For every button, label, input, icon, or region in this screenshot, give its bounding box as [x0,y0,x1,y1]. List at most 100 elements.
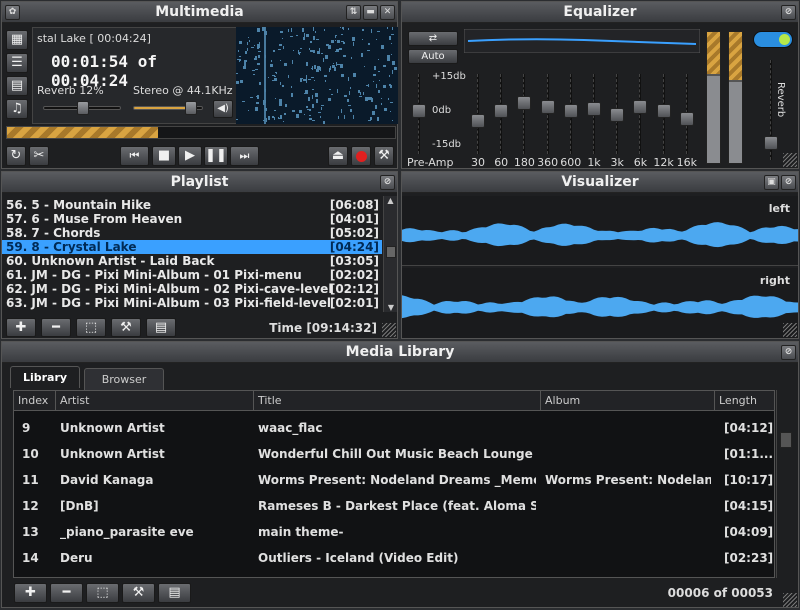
next-button[interactable]: ⏭ [230,146,259,166]
film-icon[interactable]: ▤ [6,76,28,96]
playlist-item[interactable]: 58. 7 - Chords [05:02] [2,226,382,240]
level-meter-left [706,31,721,164]
eq-band-slider[interactable] [679,74,694,154]
cell-title: main theme- [258,525,344,539]
minimize-button[interactable]: ▬ [363,5,378,20]
tools-button[interactable]: ⚒ [111,318,141,337]
reverb-slider-knob[interactable] [77,101,89,115]
db-bot-label: -15db [432,139,462,150]
eq-band-label: 60 [494,156,509,169]
library-select-button[interactable]: ⬚ [86,583,119,603]
add-button[interactable]: ✚ [6,318,36,337]
level-meter-right [728,31,743,164]
close-button[interactable]: ✕ [380,5,395,20]
eq-swap-button[interactable]: ⇄ [408,31,458,46]
playlist-item[interactable]: 59. 8 - Crystal Lake [04:24] [2,240,382,254]
playlist-item[interactable]: 63. JM - DG - Pixi Mini-Album - 03 Pixi-… [2,296,382,310]
library-remove-button[interactable]: ━ [50,583,83,603]
select-button[interactable]: ⬚ [76,318,106,337]
table-row[interactable]: 11 David Kanaga Worms Present: Nodeland Dr… [14,467,774,493]
cell-title: Rameses B - Darkest Place (feat. Aloma S… [258,499,536,513]
table-row[interactable]: 12 [DnB] Rameses B - Darkest Place (feat. … [14,493,774,519]
library-document-button[interactable]: ▤ [158,583,191,603]
cell-title: Wonderful Chill Out Music Beach Lounge M… [258,447,536,461]
eq-auto-button[interactable]: Auto [408,49,458,64]
playlist-item-duration: [04:24] [329,240,379,254]
collapse-button[interactable]: ⊘ [781,5,796,20]
previous-button[interactable]: ⏮ [120,146,149,166]
eq-band-slider[interactable] [610,74,625,154]
eq-band-slider[interactable] [517,74,532,154]
column-album[interactable]: Album [541,391,715,411]
visualizer-left-channel: left [402,196,798,266]
resize-grip[interactable] [783,153,797,167]
playlist-item[interactable]: 57. 6 - Muse From Heaven [04:01] [2,212,382,226]
resize-grip[interactable] [382,323,396,337]
playlist-item[interactable]: 62. JM - DG - Pixi Mini-Album - 02 Pixi-… [2,282,382,296]
visualizer-mode-button[interactable]: ▣ [764,175,779,190]
playlist-scrollbar[interactable]: ▲ ▼ [383,196,397,312]
collapse-button[interactable]: ⊘ [781,175,796,190]
eq-band-slider[interactable] [540,74,555,154]
eq-band-label: 12k [653,156,674,169]
preamp-slider[interactable] [412,74,426,154]
music-note-icon[interactable]: ♫ [6,99,28,119]
tab-browser[interactable]: Browser [84,368,164,390]
column-title[interactable]: Title [254,391,541,411]
column-artist[interactable]: Artist [56,391,254,411]
play-button[interactable]: ▶ [178,146,202,166]
eq-enable-toggle[interactable] [753,31,793,48]
list-view-icon[interactable]: ☰ [6,53,28,73]
seek-bar[interactable] [6,126,396,139]
playlist-item[interactable]: 61. JM - DG - Pixi Mini-Album - 01 Pixi-… [2,268,382,282]
library-tools-button[interactable]: ⚒ [122,583,155,603]
resize-grip[interactable] [783,323,797,337]
eject-button[interactable]: ⏏ [328,146,348,166]
eq-band-slider[interactable] [633,74,648,154]
eq-band-label: 3k [610,156,624,169]
playlist-item[interactable]: 56. 5 - Mountain Hike [06:08] [2,198,382,212]
restore-button[interactable]: ⇅ [346,5,361,20]
collapse-button[interactable]: ⊘ [380,175,395,190]
column-index[interactable]: Index [14,391,56,411]
tools-icon[interactable]: ✂ [29,146,49,166]
refresh-icon[interactable]: ↻ [6,146,26,166]
eq-band-slider[interactable] [494,74,509,154]
library-scrollbar[interactable] [776,390,794,578]
table-row[interactable]: 9 Unknown Artist waac_flac [04:12] [14,415,774,441]
options-icon[interactable]: ⚒ [374,146,394,166]
pause-button[interactable]: ❚❚ [204,146,228,166]
playlist-item-duration: [02:12] [329,282,379,296]
eq-band-label: 30 [471,156,485,169]
volume-slider-knob[interactable] [185,101,197,115]
eq-band-slider[interactable] [656,74,671,154]
remove-button[interactable]: ━ [41,318,71,337]
library-add-button[interactable]: ✚ [14,583,47,603]
playlist-item[interactable]: 60. Unknown Artist - Laid Back [03:05] [2,254,382,268]
column-length[interactable]: Length [715,391,774,411]
cell-title: waac_flac [258,421,323,435]
eq-band-slider[interactable] [471,74,485,154]
cell-artist: Unknown Artist [60,421,165,435]
equalizer-titlebar: Equalizer ⊘ [402,2,798,23]
tab-library[interactable]: Library [10,366,80,388]
media-library-titlebar: Media Library ⊘ [2,342,798,363]
table-row[interactable]: 14 Deru Outliers - Iceland (Video Edit) [02… [14,545,774,571]
collapse-button[interactable]: ⊘ [781,345,796,360]
playlist-item-name: 58. 7 - Chords [6,226,101,240]
document-button[interactable]: ▤ [146,318,176,337]
playlist-item-duration: [04:01] [329,212,379,226]
db-mid-label: 0db [432,105,452,116]
table-row[interactable]: 10 Unknown Artist Wonderful Chill Out Musi… [14,441,774,467]
speaker-icon[interactable]: ◀) [213,100,233,118]
stop-button[interactable]: ■ [152,146,176,166]
table-row[interactable]: 13 _piano_parasite eve main theme- [04:09] [14,519,774,545]
cell-length: [04:12] [724,421,774,435]
resize-grip[interactable] [783,593,797,607]
eq-band-slider[interactable] [587,74,601,154]
playlist-item-duration: [02:02] [329,268,379,282]
grid-view-icon[interactable]: ▦ [6,30,28,50]
record-button[interactable] [351,146,371,166]
eq-band-slider[interactable] [563,74,578,154]
settings-icon[interactable]: ✿ [5,5,20,20]
